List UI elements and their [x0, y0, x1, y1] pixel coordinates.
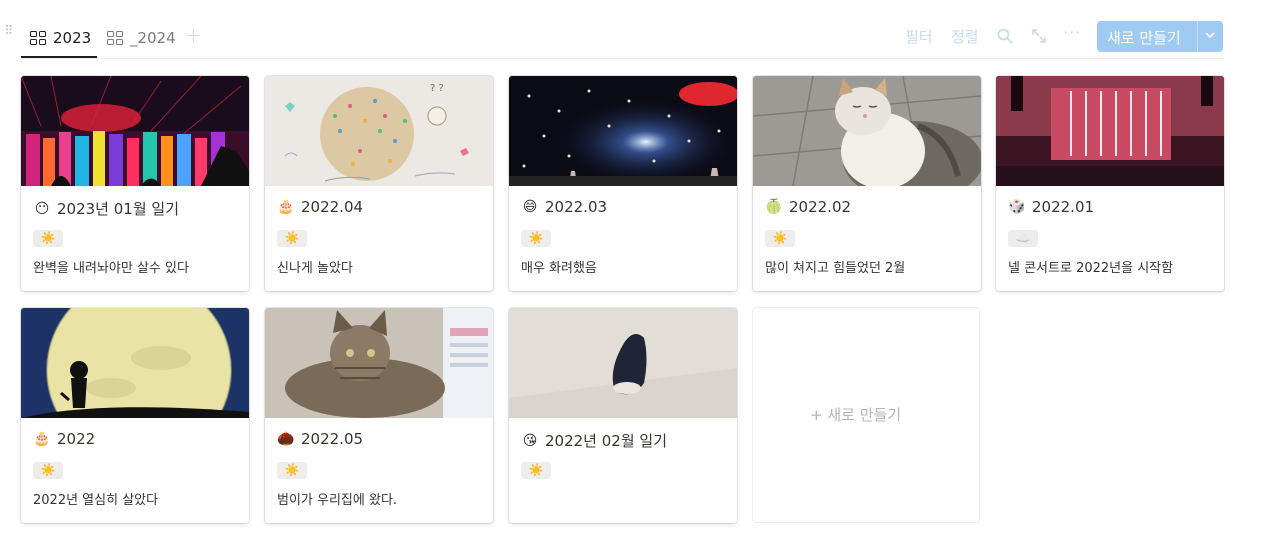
gallery-view-icon: [30, 31, 46, 45]
new-card-label: + 새로 만들기: [810, 406, 902, 424]
card-description: 신나게 놀았다: [277, 261, 353, 276]
gallery-card[interactable]: ? ? 🎂 2022.04 ☀️ 신나게 놀았다: [265, 76, 493, 291]
card-title-text: 2022.05: [301, 430, 364, 448]
tab-label: _2024: [130, 29, 176, 47]
expand-icon[interactable]: [1030, 27, 1048, 45]
card-title-text: 2022.02: [789, 198, 852, 216]
card-title-text: 2022.04: [301, 198, 364, 216]
card-title: 🎂 2022.04: [277, 198, 363, 216]
page-emoji-icon: 😄: [522, 199, 538, 215]
card-description: 많이 쳐지고 힘들었던 2월: [765, 261, 906, 276]
filter-button[interactable]: 필터: [905, 26, 933, 47]
gallery-card[interactable]: 🎲 2022.01 ☁️ 넬 콘서트로 2022년을 시작함: [996, 76, 1224, 291]
card-cover-image: ? ?: [265, 76, 493, 186]
card-title: 🌰 2022.05: [277, 430, 363, 448]
card-description: 넬 콘서트로 2022년을 시작함: [1008, 261, 1174, 276]
tab-2024[interactable]: _2024: [107, 26, 176, 50]
card-title: 🎂 2022: [33, 430, 95, 448]
card-title: 😶 2023년 01월 일기: [33, 198, 179, 219]
page-emoji-icon: 🌰: [277, 431, 295, 447]
weather-sun-icon: ☀️: [521, 462, 551, 479]
card-title: 😄 2022.03: [521, 198, 607, 216]
tab-label: 2023: [53, 29, 92, 47]
gallery-card[interactable]: 🎂 2022 ☀️ 2022년 열심히 살았다: [21, 308, 249, 523]
page-emoji-icon: 🎂: [277, 199, 295, 215]
card-title-text: 2022.01: [1032, 198, 1095, 216]
gallery-card[interactable]: 😘 2022년 02월 일기 ☀️: [509, 308, 737, 523]
page-emoji-icon: 😶: [34, 200, 50, 217]
card-title-text: 2023년 01월 일기: [57, 200, 179, 218]
card-title-text: 2022.03: [545, 198, 608, 216]
gallery-view-icon: [107, 31, 123, 45]
card-title: 🍈 2022.02: [765, 198, 851, 216]
weather-sun-icon: ☀️: [277, 462, 307, 479]
new-card-button[interactable]: + 새로 만들기: [753, 308, 979, 522]
card-title-text: 2022: [57, 430, 96, 448]
search-icon[interactable]: [996, 27, 1014, 45]
page-emoji-icon: 🍈: [765, 199, 783, 215]
page-emoji-icon: 🎲: [1008, 199, 1026, 215]
button-divider: [1197, 21, 1198, 52]
add-view-icon[interactable]: +: [185, 23, 202, 47]
card-cover-image: [265, 308, 493, 418]
drag-handle-icon[interactable]: ⠿: [4, 25, 14, 44]
page-emoji-icon: 😘: [522, 432, 538, 449]
card-cover-image: [996, 76, 1224, 186]
tab-2023[interactable]: 2023: [30, 26, 91, 50]
card-cover-image: [509, 76, 737, 186]
new-page-button[interactable]: 새로 만들기: [1097, 21, 1223, 52]
card-cover-image: [753, 76, 981, 186]
gallery-card[interactable]: 😶 2023년 01월 일기 ☀️ 완벽을 내려놔야만 살수 있다: [21, 76, 249, 291]
card-cover-image: [509, 308, 737, 418]
card-description: 범이가 우리집에 왔다.: [277, 493, 398, 508]
card-title: 🎲 2022.01: [1008, 198, 1094, 216]
more-options-icon[interactable]: ···: [1063, 23, 1081, 42]
weather-sun-icon: ☀️: [33, 230, 63, 247]
weather-sun-icon: ☀️: [765, 230, 795, 247]
card-title: 😘 2022년 02월 일기: [521, 430, 667, 451]
svg-text:? ?: ? ?: [430, 83, 444, 94]
card-description: 매우 화려했음: [521, 261, 597, 276]
page-emoji-icon: 🎂: [33, 431, 51, 447]
card-cover-image: [21, 308, 249, 418]
sort-button[interactable]: 정렬: [951, 26, 979, 47]
gallery-card[interactable]: 🍈 2022.02 ☀️ 많이 쳐지고 힘들었던 2월: [753, 76, 981, 291]
card-description: 2022년 열심히 살았다: [33, 493, 159, 508]
card-description: 완벽을 내려놔야만 살수 있다: [33, 261, 189, 276]
gallery-card[interactable]: 🌰 2022.05 ☀️ 범이가 우리집에 왔다.: [265, 308, 493, 523]
header-divider: [20, 58, 1224, 59]
chevron-down-icon[interactable]: [1203, 28, 1217, 42]
weather-cloud-icon: ☁️: [1008, 230, 1038, 247]
weather-sun-icon: ☀️: [33, 462, 63, 479]
gallery-card[interactable]: 😄 2022.03 ☀️ 매우 화려했음: [509, 76, 737, 291]
card-cover-image: [21, 76, 249, 186]
weather-sun-icon: ☀️: [521, 230, 551, 247]
card-title-text: 2022년 02월 일기: [545, 432, 667, 450]
new-button-label: 새로 만들기: [1107, 29, 1181, 47]
weather-sun-icon: ☀️: [277, 230, 307, 247]
database-header: ⠿ 2023 _2024 + 필터 정렬 ··· 새로 만들기: [0, 18, 1230, 59]
